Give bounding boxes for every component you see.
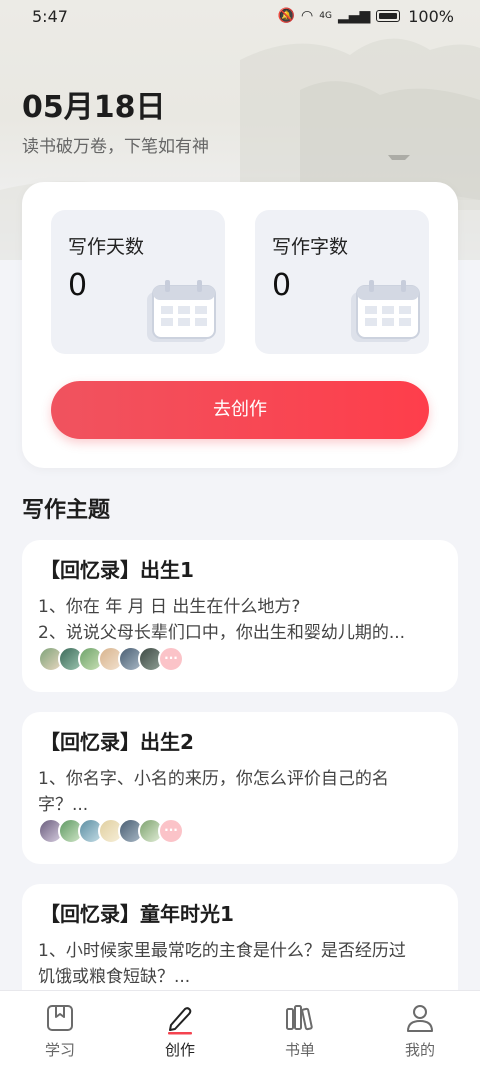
- stats-card: 写作天数 0 写作字数 0 去创作: [22, 182, 458, 468]
- tab-create[interactable]: 创作: [120, 991, 240, 1067]
- bookmark-book-icon: [47, 1005, 73, 1031]
- network-type: 4G: [319, 11, 332, 21]
- writing-days-value: 0: [68, 268, 88, 303]
- more-avatars-icon: ···: [158, 646, 184, 672]
- topic-card[interactable]: 【回忆录】出生1 1、你在 年 月 日 出生在什么地方? 2、说说父母长辈们口中…: [22, 540, 458, 692]
- topic-question: 1、小时候家里最常吃的主食是什么？是否经历过: [38, 941, 406, 961]
- tab-label: 创作: [164, 1041, 195, 1059]
- topic-question: 字？...: [38, 795, 89, 815]
- battery-icon: [376, 10, 401, 22]
- pen-icon: [168, 1007, 192, 1035]
- topic-question: 饥饿或粮食短缺？...: [38, 967, 191, 987]
- topic-title: 【回忆录】童年时光1: [40, 902, 234, 926]
- status-bar: 5:47 🔕 ◠ 4G ▂▄▆ 100%: [0, 0, 480, 32]
- topic-question: 1、你名字、小名的来历，你怎么评价自己的名: [38, 769, 389, 789]
- go-create-button[interactable]: 去创作: [51, 381, 429, 439]
- topic-question: 1、你在 年 月 日 出生在什么地方?: [38, 597, 301, 617]
- tab-label: 书单: [284, 1041, 315, 1059]
- calendar-icon: [147, 280, 216, 342]
- topic-card[interactable]: 【回忆录】出生2 1、你名字、小名的来历，你怎么评价自己的名 字？... ···: [22, 712, 458, 864]
- bookshelf-icon: [286, 1005, 313, 1031]
- bottom-tab-bar: 学习 创作 书单 我的: [0, 990, 480, 1067]
- tab-label: 学习: [44, 1041, 75, 1059]
- calendar-icon: [351, 280, 420, 342]
- tab-mine[interactable]: 我的: [360, 991, 480, 1067]
- mute-bell-icon: 🔕: [277, 8, 296, 24]
- motto-text: 读书破万卷，下笔如有神: [22, 137, 209, 157]
- topic-title: 【回忆录】出生1: [40, 558, 194, 582]
- writing-days-label: 写作天数: [68, 236, 145, 258]
- tab-label: 我的: [404, 1041, 435, 1059]
- page-title-date: 05月18日: [22, 90, 166, 125]
- tab-booklist[interactable]: 书单: [240, 991, 360, 1067]
- participant-avatars: ···: [38, 818, 184, 844]
- topic-question: 2、说说父母长辈们口中，你出生和婴幼儿期的...: [38, 623, 406, 643]
- wifi-icon: ◠: [301, 8, 314, 24]
- writing-words-value: 0: [272, 268, 292, 303]
- status-time: 5:47: [32, 6, 68, 26]
- status-icons: 🔕 ◠ 4G ▂▄▆ 100%: [278, 7, 454, 26]
- tab-study[interactable]: 学习: [0, 991, 120, 1067]
- more-avatars-icon: ···: [158, 818, 184, 844]
- writing-words-box: 写作字数 0: [255, 210, 429, 354]
- section-title-writing-topics: 写作主题: [22, 498, 111, 523]
- battery-percent: 100%: [408, 6, 454, 26]
- topic-title: 【回忆录】出生2: [40, 730, 194, 754]
- signal-icon: ▂▄▆: [337, 8, 371, 24]
- participant-avatars: ···: [38, 646, 184, 672]
- writing-words-label: 写作字数: [272, 236, 349, 258]
- person-icon: [407, 1005, 433, 1032]
- writing-days-box: 写作天数 0: [51, 210, 225, 354]
